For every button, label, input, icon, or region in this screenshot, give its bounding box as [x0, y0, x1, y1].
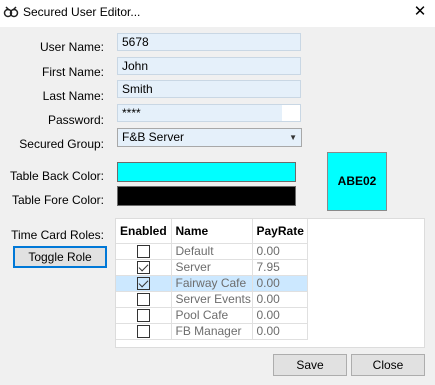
table-row[interactable]: Server Events 0.00 [116, 291, 308, 308]
name-cell: FB Manager [171, 323, 253, 340]
name-cell: Default [171, 243, 253, 260]
enabled-checkbox[interactable] [136, 261, 150, 275]
user-name-label: User Name: [39, 40, 104, 54]
payrate-cell: 0.00 [252, 243, 308, 260]
close-button[interactable]: Close [351, 354, 425, 376]
grid-header-row: Enabled Name PayRate [116, 219, 308, 244]
table-back-color-swatch[interactable] [117, 162, 296, 182]
enabled-cell[interactable] [116, 291, 172, 308]
table-row[interactable]: FB Manager 0.00 [116, 323, 308, 340]
first-name-field[interactable]: John [117, 57, 301, 75]
password-field[interactable]: **** [117, 104, 301, 122]
name-cell: Server Events [171, 291, 253, 308]
last-name-field[interactable]: Smith [117, 80, 301, 98]
first-name-label: First Name: [41, 65, 104, 79]
dropdown-arrow-icon: ▼ [289, 133, 297, 142]
table-row-selected[interactable]: Fairway Cafe 0.00 [116, 275, 308, 292]
secured-group-value: F&B Server [122, 130, 185, 144]
secured-group-label: Secured Group: [19, 137, 104, 151]
enabled-cell[interactable] [116, 323, 172, 340]
table-fore-color-swatch[interactable] [117, 186, 296, 206]
enabled-checkbox[interactable] [136, 277, 150, 291]
table-row[interactable]: Pool Cafe 0.00 [116, 307, 308, 324]
window-title: Secured User Editor... [23, 5, 141, 19]
table-row[interactable]: Default 0.00 [116, 243, 308, 260]
payrate-cell: 0.00 [252, 291, 308, 308]
name-cell: Pool Cafe [171, 307, 253, 324]
secured-group-select[interactable]: F&B Server ▼ [117, 128, 302, 147]
user-name-field[interactable]: 5678 [117, 33, 301, 51]
name-cell: Server [171, 259, 253, 276]
enabled-checkbox[interactable] [136, 309, 150, 323]
table-fore-color-label: Table Fore Color: [11, 193, 104, 207]
title-bar: Secured User Editor... ✕ [0, 0, 435, 27]
close-window-button[interactable]: ✕ [405, 0, 435, 24]
password-label: Password: [47, 113, 104, 127]
enabled-cell[interactable] [116, 275, 172, 292]
enabled-checkbox[interactable] [136, 293, 150, 307]
column-header-payrate[interactable]: PayRate [252, 219, 308, 244]
save-button[interactable]: Save [273, 354, 347, 376]
color-preview: ABE02 [327, 152, 387, 211]
enabled-cell[interactable] [116, 259, 172, 276]
table-row[interactable]: Server 7.95 [116, 259, 308, 276]
enabled-cell[interactable] [116, 243, 172, 260]
table-back-color-label: Table Back Color: [9, 169, 104, 183]
column-header-enabled[interactable]: Enabled [116, 219, 172, 244]
time-card-roles-label: Time Card Roles: [11, 228, 104, 242]
payrate-cell: 0.00 [252, 323, 308, 340]
toggle-role-button[interactable]: Toggle Role [13, 246, 107, 268]
name-cell: Fairway Cafe [171, 275, 253, 292]
payrate-cell: 0.00 [252, 307, 308, 324]
last-name-label: Last Name: [42, 89, 104, 103]
column-header-name[interactable]: Name [171, 219, 253, 244]
enabled-checkbox[interactable] [136, 245, 150, 259]
enabled-cell[interactable] [116, 307, 172, 324]
payrate-cell: 0.00 [252, 275, 308, 292]
payrate-cell: 7.95 [252, 259, 308, 276]
enabled-checkbox[interactable] [136, 325, 150, 339]
roles-grid[interactable]: Enabled Name PayRate Default 0.00 Server… [115, 218, 425, 348]
app-icon [3, 6, 19, 18]
